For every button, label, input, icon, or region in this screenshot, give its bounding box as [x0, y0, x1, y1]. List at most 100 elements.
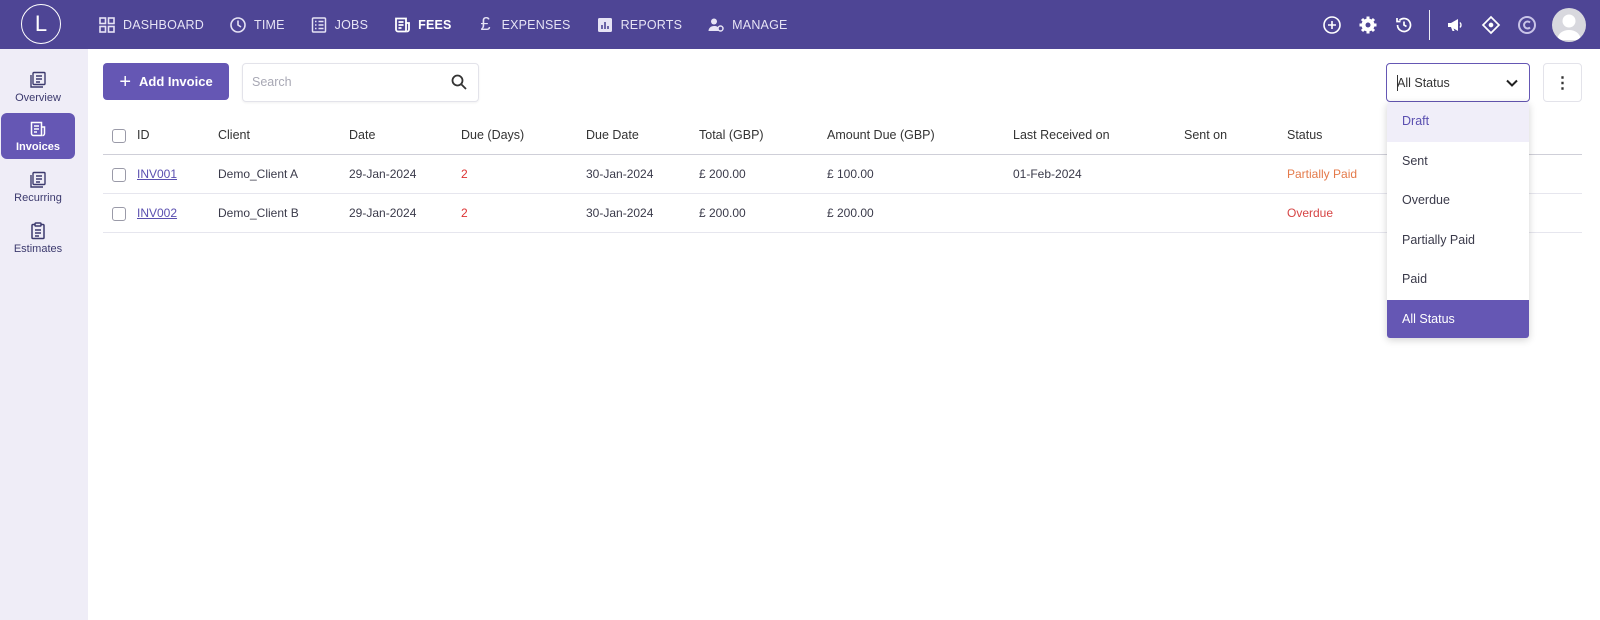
- divider: [1429, 9, 1430, 40]
- status-option-paid[interactable]: Paid: [1387, 260, 1529, 300]
- col-header-date[interactable]: Date: [349, 116, 375, 155]
- client-cell: Demo_Client B: [218, 206, 299, 220]
- client-cell: Demo_Client A: [218, 167, 299, 181]
- top-navbar: L DASHBOARD TIME JOBS FEES £ EXPENSES RE…: [0, 0, 1600, 49]
- add-invoice-button[interactable]: + Add Invoice: [103, 63, 229, 100]
- nav-fees[interactable]: FEES: [393, 0, 451, 49]
- main-nav: DASHBOARD TIME JOBS FEES £ EXPENSES REPO…: [98, 0, 813, 49]
- col-header-status[interactable]: Status: [1287, 116, 1322, 155]
- history-icon[interactable]: [1393, 14, 1415, 36]
- chevron-down-icon: [1506, 79, 1518, 87]
- row-checkbox[interactable]: [112, 168, 126, 182]
- row-checkbox[interactable]: [112, 207, 126, 221]
- total-cell: £ 200.00: [699, 167, 746, 181]
- nav-label: EXPENSES: [501, 17, 571, 32]
- table-row: INV001 Demo_Client A 29-Jan-2024 2 30-Ja…: [103, 155, 1582, 194]
- invoice-id-link[interactable]: INV002: [137, 194, 177, 233]
- status-cell: Overdue: [1287, 206, 1334, 220]
- people-gear-icon: [707, 16, 725, 34]
- search-input[interactable]: [252, 64, 442, 100]
- tag-icon[interactable]: [1480, 14, 1502, 36]
- status-option-overdue[interactable]: Overdue: [1387, 181, 1529, 221]
- status-filter-value: All Status: [1397, 75, 1450, 90]
- chart-icon: [596, 16, 614, 34]
- avatar[interactable]: [1552, 7, 1586, 42]
- status-filter-select[interactable]: All Status: [1386, 63, 1530, 102]
- add-circle-icon[interactable]: [1321, 14, 1343, 36]
- status-dropdown-menu: Draft Sent Overdue Partially Paid Paid A…: [1387, 102, 1529, 338]
- invoice-icon: [30, 121, 46, 136]
- user-icon: [1557, 14, 1581, 40]
- nav-label: DASHBOARD: [123, 17, 204, 32]
- amount-due-cell: £ 100.00: [827, 167, 874, 181]
- c-logo-icon[interactable]: [1516, 14, 1538, 36]
- nav-label: MANAGE: [732, 17, 788, 32]
- logo-letter: L: [34, 11, 48, 36]
- col-header-id[interactable]: ID: [137, 116, 150, 155]
- due-date-cell: 30-Jan-2024: [586, 206, 654, 220]
- text-caret: [1397, 75, 1398, 91]
- grid-icon: [98, 16, 116, 34]
- sidebar-item-label: Overview: [15, 91, 61, 104]
- invoice-id-link[interactable]: INV001: [137, 155, 177, 194]
- col-header-due-days[interactable]: Due (Days): [461, 116, 524, 155]
- estimates-icon: [31, 221, 45, 239]
- col-header-total[interactable]: Total (GBP): [699, 116, 764, 155]
- col-header-due-date[interactable]: Due Date: [586, 116, 639, 155]
- last-received-cell: 01-Feb-2024: [1013, 167, 1082, 181]
- nav-expenses[interactable]: £ EXPENSES: [477, 0, 571, 49]
- nav-jobs[interactable]: JOBS: [310, 0, 368, 49]
- status-option-all-status[interactable]: All Status: [1387, 299, 1529, 338]
- pound-icon: £: [480, 14, 491, 34]
- megaphone-icon[interactable]: [1444, 14, 1466, 36]
- nav-label: FEES: [418, 17, 452, 32]
- amount-due-cell: £ 200.00: [827, 206, 874, 220]
- sidebar-item-label: Estimates: [13, 242, 63, 255]
- clock-icon: [229, 16, 247, 34]
- sidebar-item-estimates[interactable]: Estimates: [1, 215, 75, 261]
- status-option-sent[interactable]: Sent: [1387, 142, 1529, 182]
- overview-icon: [30, 71, 46, 88]
- invoices-table: ID Client Date Due (Days) Due Date Total…: [103, 116, 1582, 233]
- sidebar: Overview Invoices Recurring Estimates: [0, 49, 88, 620]
- col-header-client[interactable]: Client: [218, 116, 250, 155]
- sidebar-item-recurring[interactable]: Recurring: [1, 164, 75, 210]
- app-logo[interactable]: L: [21, 4, 61, 44]
- due-date-cell: 30-Jan-2024: [586, 167, 654, 181]
- nav-manage[interactable]: MANAGE: [707, 0, 787, 49]
- sidebar-item-label: Invoices: [15, 140, 61, 153]
- list-icon: [310, 16, 328, 34]
- col-header-last-received[interactable]: Last Received on: [1013, 116, 1110, 155]
- topbar-actions: [1307, 0, 1600, 49]
- table-header-row: ID Client Date Due (Days) Due Date Total…: [103, 116, 1582, 155]
- gear-icon[interactable]: [1357, 14, 1379, 36]
- nav-label: JOBS: [334, 17, 369, 32]
- status-option-draft[interactable]: Draft: [1387, 102, 1529, 142]
- recurring-icon: [30, 171, 46, 188]
- sidebar-item-overview[interactable]: Overview: [1, 64, 75, 110]
- col-header-amount-due[interactable]: Amount Due (GBP): [827, 116, 935, 155]
- date-cell: 29-Jan-2024: [349, 167, 417, 181]
- search-box: [242, 63, 479, 102]
- nav-label: REPORTS: [620, 17, 683, 32]
- col-header-sent-on[interactable]: Sent on: [1184, 116, 1227, 155]
- due-days-cell: 2: [461, 167, 468, 181]
- nav-time[interactable]: TIME: [229, 0, 285, 49]
- add-invoice-label: Add Invoice: [139, 74, 213, 89]
- more-options-button[interactable]: ⋮: [1543, 63, 1582, 102]
- status-option-partially-paid[interactable]: Partially Paid: [1387, 221, 1529, 261]
- sidebar-item-invoices[interactable]: Invoices: [1, 113, 75, 159]
- status-cell: Partially Paid: [1287, 167, 1358, 181]
- nav-label: TIME: [253, 17, 285, 32]
- search-icon[interactable]: [450, 73, 468, 91]
- plus-icon: +: [119, 70, 131, 93]
- nav-reports[interactable]: REPORTS: [596, 0, 683, 49]
- nav-dashboard[interactable]: DASHBOARD: [98, 0, 204, 49]
- kebab-icon: ⋮: [1554, 74, 1571, 92]
- date-cell: 29-Jan-2024: [349, 206, 417, 220]
- select-all-checkbox[interactable]: [112, 129, 126, 143]
- receipt-icon: [393, 16, 411, 34]
- sidebar-item-label: Recurring: [14, 191, 62, 204]
- table-row: INV002 Demo_Client B 29-Jan-2024 2 30-Ja…: [103, 194, 1582, 233]
- due-days-cell: 2: [461, 206, 468, 220]
